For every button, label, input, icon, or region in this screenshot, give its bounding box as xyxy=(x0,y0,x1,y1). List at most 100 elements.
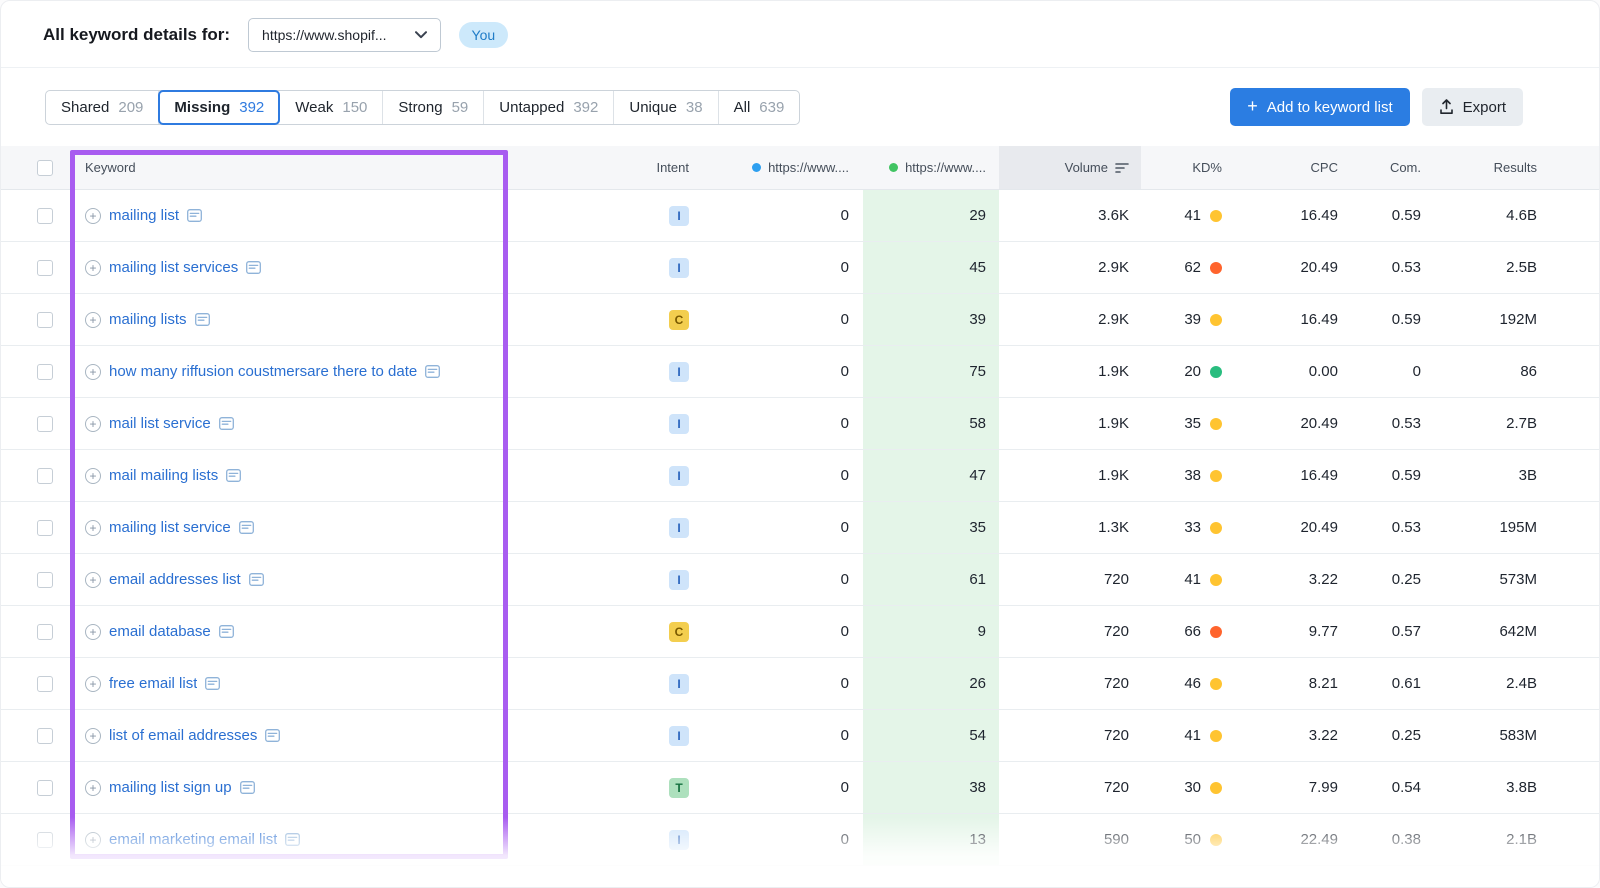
table-row: +mailing listsC0392.9K3916.490.59192M xyxy=(1,294,1600,346)
row-checkbox[interactable] xyxy=(37,468,53,484)
results-value: 3.8B xyxy=(1431,762,1600,813)
com-value: 0.59 xyxy=(1346,190,1431,241)
add-to-keyword-list-button[interactable]: + Add to keyword list xyxy=(1230,88,1409,126)
row-checkbox[interactable] xyxy=(37,832,53,848)
keyword-link[interactable]: mail list service xyxy=(109,415,211,432)
add-keyword-icon[interactable]: + xyxy=(85,260,101,276)
row-checkbox[interactable] xyxy=(37,416,53,432)
col-kd[interactable]: KD% xyxy=(1141,146,1236,189)
keyword-link[interactable]: email database xyxy=(109,623,211,640)
row-checkbox[interactable] xyxy=(37,572,53,588)
keyword-link[interactable]: mailing lists xyxy=(109,311,187,328)
keyword-link[interactable]: mailing list services xyxy=(109,259,238,276)
filter-tab-strong[interactable]: Strong59 xyxy=(383,91,484,124)
serp-features-icon[interactable] xyxy=(219,417,234,430)
intent-badge[interactable]: C xyxy=(669,310,689,330)
serp-features-icon[interactable] xyxy=(425,365,440,378)
keyword-link[interactable]: email addresses list xyxy=(109,571,241,588)
kd-dot-icon xyxy=(1210,210,1222,222)
intent-badge[interactable]: I xyxy=(669,466,689,486)
add-keyword-icon[interactable]: + xyxy=(85,208,101,224)
serp-features-icon[interactable] xyxy=(205,677,220,690)
filter-tab-shared[interactable]: Shared209 xyxy=(46,91,159,124)
add-keyword-icon[interactable]: + xyxy=(85,780,101,796)
keyword-link[interactable]: how many riffusion coustmersare there to… xyxy=(109,363,417,380)
add-keyword-icon[interactable]: + xyxy=(85,676,101,692)
cpc-value: 7.99 xyxy=(1236,762,1346,813)
intent-badge[interactable]: I xyxy=(669,258,689,278)
serp-features-icon[interactable] xyxy=(249,573,264,586)
intent-badge[interactable]: I xyxy=(669,362,689,382)
col-cpc[interactable]: CPC xyxy=(1236,146,1346,189)
row-checkbox[interactable] xyxy=(37,676,53,692)
serp-features-icon[interactable] xyxy=(195,313,210,326)
filter-tab-unique[interactable]: Unique38 xyxy=(614,91,718,124)
row-checkbox[interactable] xyxy=(37,728,53,744)
serp-features-icon[interactable] xyxy=(285,833,300,846)
row-checkbox[interactable] xyxy=(37,260,53,276)
intent-badge[interactable]: I xyxy=(669,830,689,850)
intent-badge[interactable]: I xyxy=(669,206,689,226)
keyword-link[interactable]: mailing list service xyxy=(109,519,231,536)
col-com[interactable]: Com. xyxy=(1346,146,1431,189)
com-value: 0.61 xyxy=(1346,658,1431,709)
row-checkbox[interactable] xyxy=(37,364,53,380)
col-volume[interactable]: Volume xyxy=(999,146,1141,189)
cpc-value: 0.00 xyxy=(1236,346,1346,397)
col-domain1[interactable]: https://www.... xyxy=(701,146,863,189)
filter-tab-all[interactable]: All639 xyxy=(719,91,800,124)
results-value: 573M xyxy=(1431,554,1600,605)
select-all-checkbox[interactable] xyxy=(37,160,53,176)
intent-badge[interactable]: C xyxy=(669,622,689,642)
keyword-link[interactable]: list of email addresses xyxy=(109,727,257,744)
col-keyword[interactable]: Keyword xyxy=(71,146,506,189)
serp-features-icon[interactable] xyxy=(226,469,241,482)
add-keyword-icon[interactable]: + xyxy=(85,364,101,380)
domain-select[interactable]: https://www.shopif... xyxy=(248,18,441,52)
intent-badge[interactable]: I xyxy=(669,570,689,590)
row-checkbox[interactable] xyxy=(37,312,53,328)
keyword-link[interactable]: mail mailing lists xyxy=(109,467,218,484)
intent-badge[interactable]: I xyxy=(669,726,689,746)
intent-badge[interactable]: I xyxy=(669,674,689,694)
serp-features-icon[interactable] xyxy=(246,261,261,274)
add-keyword-icon[interactable]: + xyxy=(85,624,101,640)
serp-features-icon[interactable] xyxy=(239,521,254,534)
intent-badge[interactable]: I xyxy=(669,414,689,434)
add-keyword-icon[interactable]: + xyxy=(85,728,101,744)
results-value: 2.1B xyxy=(1431,814,1600,865)
add-keyword-icon[interactable]: + xyxy=(85,468,101,484)
keyword-link[interactable]: mailing list xyxy=(109,207,179,224)
serp-features-icon[interactable] xyxy=(240,781,255,794)
intent-badge[interactable]: I xyxy=(669,518,689,538)
domain1-value: 0 xyxy=(701,658,863,709)
serp-features-icon[interactable] xyxy=(219,625,234,638)
volume-value: 2.9K xyxy=(999,294,1141,345)
filter-tab-weak[interactable]: Weak150 xyxy=(280,91,383,124)
keyword-link[interactable]: mailing list sign up xyxy=(109,779,232,796)
keyword-link[interactable]: email marketing email list xyxy=(109,831,277,848)
row-checkbox[interactable] xyxy=(37,520,53,536)
col-domain2[interactable]: https://www.... xyxy=(863,146,999,189)
row-checkbox[interactable] xyxy=(37,208,53,224)
keyword-link[interactable]: free email list xyxy=(109,675,197,692)
com-value: 0.53 xyxy=(1346,398,1431,449)
domain1-value: 0 xyxy=(701,762,863,813)
col-results[interactable]: Results xyxy=(1431,146,1600,189)
add-keyword-icon[interactable]: + xyxy=(85,832,101,848)
serp-features-icon[interactable] xyxy=(187,209,202,222)
filter-tab-missing[interactable]: Missing392 xyxy=(159,91,280,124)
intent-cell: I xyxy=(506,658,701,709)
intent-badge[interactable]: T xyxy=(669,778,689,798)
add-keyword-icon[interactable]: + xyxy=(85,312,101,328)
filter-tab-untapped[interactable]: Untapped392 xyxy=(484,91,614,124)
add-keyword-icon[interactable]: + xyxy=(85,416,101,432)
row-checkbox[interactable] xyxy=(37,624,53,640)
row-checkbox[interactable] xyxy=(37,780,53,796)
export-button[interactable]: Export xyxy=(1422,88,1523,126)
col-intent[interactable]: Intent xyxy=(506,146,701,189)
add-keyword-icon[interactable]: + xyxy=(85,520,101,536)
cpc-value: 20.49 xyxy=(1236,502,1346,553)
serp-features-icon[interactable] xyxy=(265,729,280,742)
add-keyword-icon[interactable]: + xyxy=(85,572,101,588)
